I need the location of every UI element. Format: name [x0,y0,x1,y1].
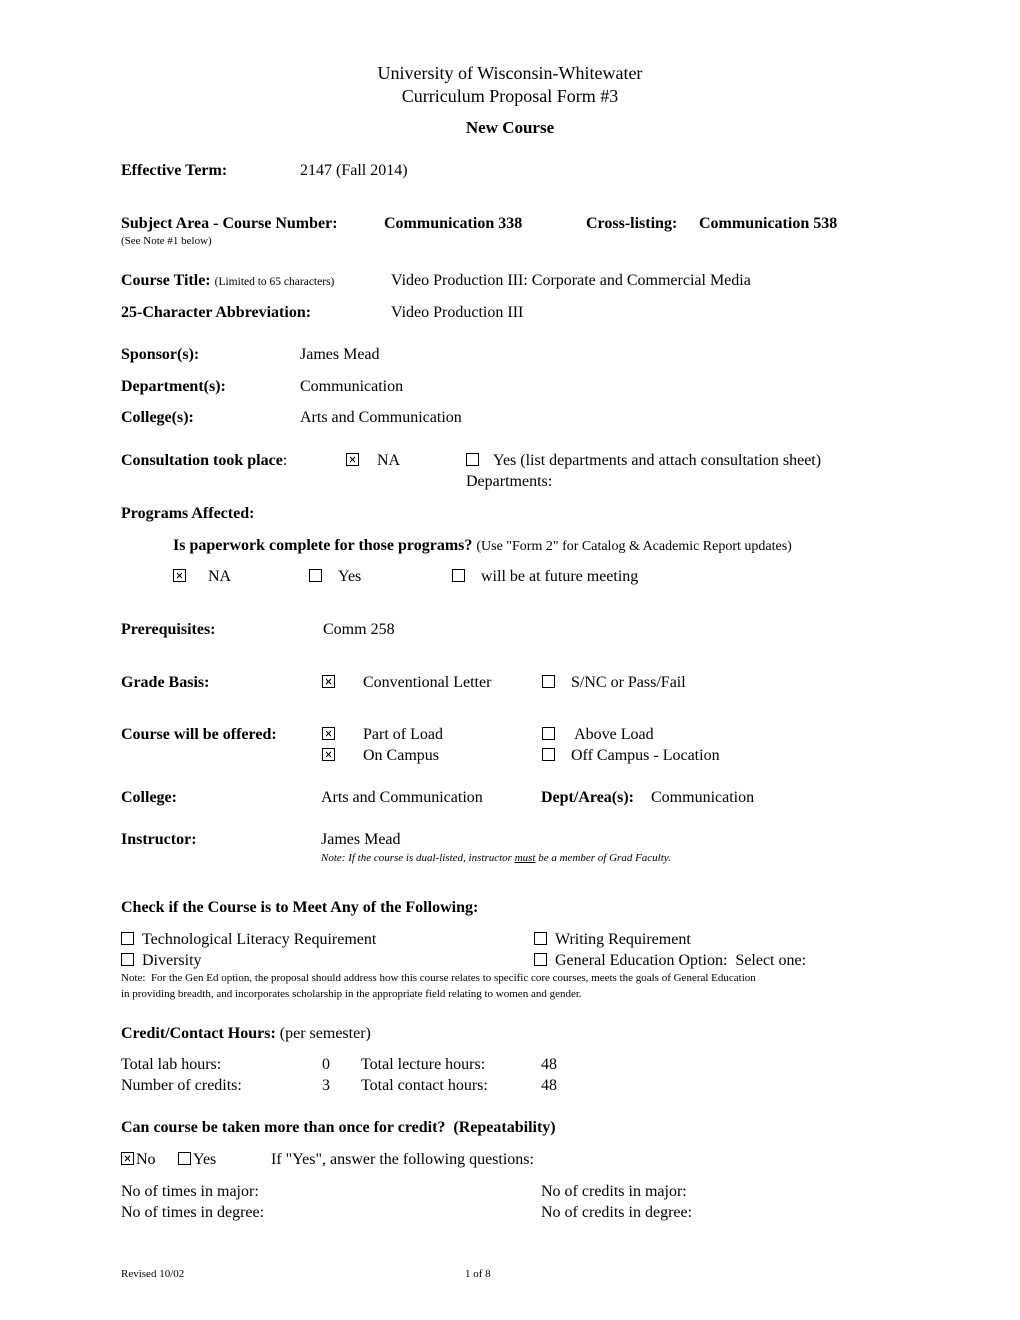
offered-option-off-campus[interactable]: Off Campus - Location [542,747,720,765]
course-title-row: Course Title: (Limited to 65 characters) [121,272,334,290]
form-title: Curriculum Proposal Form #3 [401,86,619,106]
grade-basis-option-pass-fail[interactable]: S/NC or Pass/Fail [542,674,686,692]
departments-label: Department(s): [121,378,226,395]
requirement-gen-ed[interactable]: General Education Option: Select one: [534,952,806,970]
course-title-value: Video Production III: Corporate and Comm… [391,272,751,289]
checkbox-unchecked-icon[interactable] [466,453,479,466]
requirement-diversity[interactable]: Diversity [121,952,202,970]
checkbox-checked-icon[interactable] [121,1152,134,1165]
grade-basis-option-letter[interactable]: Conventional Letter [322,674,491,692]
times-in-major-label: No of times in major: [121,1183,259,1200]
dept-area-label: Dept/Area(s): [541,789,635,806]
offered-option-on-campus[interactable]: On Campus [322,747,439,765]
prerequisites-value: Comm 258 [323,621,395,638]
repeatability-option-no[interactable]: No [121,1151,156,1169]
colleges-value: Arts and Communication [300,409,462,426]
university-name: University of Wisconsin-Whitewater [377,63,643,83]
crosslisting-label: Cross-listing: [586,215,678,232]
checkbox-unchecked-icon[interactable] [121,953,134,966]
prerequisites-label: Prerequisites: [121,621,216,638]
checkbox-unchecked-icon[interactable] [542,675,555,688]
paperwork-option-future[interactable]: will be at future meeting [452,568,638,586]
paperwork-question: Is paperwork complete for those programs… [173,537,473,554]
checkbox-unchecked-icon[interactable] [542,727,555,740]
checkbox-unchecked-icon[interactable] [178,1152,191,1165]
credits-in-degree-label: No of credits in degree: [541,1204,693,1221]
times-in-degree-label: No of times in degree: [121,1204,265,1221]
footer-page-number: 1 of 8 [465,1268,491,1280]
consultation-label-row: Consultation took place: [121,452,288,469]
repeatability-instruction: If "Yes", answer the following questions… [271,1151,534,1168]
consultation-option-na[interactable]: NA [346,452,400,470]
course-title-hint: (Limited to 65 characters) [214,276,335,288]
paperwork-option-yes[interactable]: Yes [309,568,361,586]
colleges-label: College(s): [121,409,194,426]
credits-in-major-label: No of credits in major: [541,1183,687,1200]
checkbox-checked-icon[interactable] [322,727,335,740]
repeatability-option-yes[interactable]: Yes [178,1151,216,1169]
hours-heading: Credit/Contact Hours: [121,1025,276,1042]
contact-hours-label: Total contact hours: [361,1077,488,1094]
gen-ed-note-line1: Note: For the Gen Ed option, the proposa… [121,972,756,984]
instructor-note: Note: If the course is dual-listed, inst… [321,852,671,864]
hours-heading-row: Credit/Contact Hours: (per semester) [121,1025,371,1043]
checkbox-unchecked-icon[interactable] [121,932,134,945]
departments-value: Communication [300,378,404,395]
lab-hours-value: 0 [322,1056,330,1073]
offered-label: Course will be offered: [121,726,277,743]
checkbox-unchecked-icon[interactable] [309,569,322,582]
paperwork-option-na[interactable]: NA [173,568,231,586]
repeatability-heading: Can course be taken more than once for c… [121,1119,556,1136]
effective-term-label: Effective Term: [121,162,228,179]
credits-label: Number of credits: [121,1077,242,1094]
lecture-hours-label: Total lecture hours: [361,1056,486,1073]
credits-value: 3 [322,1077,330,1094]
sponsors-value: James Mead [300,346,380,363]
offered-option-above-load[interactable]: Above Load [542,726,654,744]
lecture-hours-value: 48 [541,1056,557,1073]
checkbox-unchecked-icon[interactable] [542,748,555,761]
footer-revised: Revised 10/02 [121,1268,185,1280]
checkbox-unchecked-icon[interactable] [534,953,547,966]
sponsors-label: Sponsor(s): [121,346,200,363]
consultation-option-yes[interactable]: Yes (list departments and attach consult… [466,452,821,470]
dept-area-value: Communication [651,789,755,806]
form-type: New Course [465,118,555,137]
requirement-tech-literacy[interactable]: Technological Literacy Requirement [121,931,376,949]
instructor-label: Instructor: [121,831,197,848]
subject-note: (See Note #1 below) [121,235,212,247]
college-value: Arts and Communication [321,789,483,806]
abbreviation-value: Video Production III [391,304,524,321]
gen-ed-note-line2: in providing breadth, and incorporates s… [121,988,582,1000]
effective-term-value: 2147 (Fall 2014) [300,162,408,179]
contact-hours-value: 48 [541,1077,557,1094]
hours-heading-hint: (per semester) [279,1025,371,1042]
checkbox-checked-icon[interactable] [173,569,186,582]
checkbox-checked-icon[interactable] [322,748,335,761]
course-title-label: Course Title: [121,272,211,289]
subject-label: Subject Area - Course Number: [121,215,338,232]
instructor-value: James Mead [321,831,401,848]
paperwork-question-row: Is paperwork complete for those programs… [173,537,792,555]
lab-hours-label: Total lab hours: [121,1056,222,1073]
programs-affected-label: Programs Affected: [121,505,255,522]
checkbox-checked-icon[interactable] [346,453,359,466]
consultation-label: Consultation took place [121,452,283,469]
consultation-departments-label: Departments: [466,473,553,490]
paperwork-hint: (Use "Form 2" for Catalog & Academic Rep… [476,539,792,554]
checkbox-unchecked-icon[interactable] [534,932,547,945]
subject-value: Communication 338 [384,215,523,232]
requirement-writing[interactable]: Writing Requirement [534,931,691,949]
grade-basis-label: Grade Basis: [121,674,210,691]
offered-option-part-of-load[interactable]: Part of Load [322,726,443,744]
checkbox-unchecked-icon[interactable] [452,569,465,582]
requirements-heading: Check if the Course is to Meet Any of th… [121,899,479,916]
college-label: College: [121,789,177,806]
crosslisting-value: Communication 538 [699,215,838,232]
checkbox-checked-icon[interactable] [322,675,335,688]
abbreviation-label: 25-Character Abbreviation: [121,304,312,321]
